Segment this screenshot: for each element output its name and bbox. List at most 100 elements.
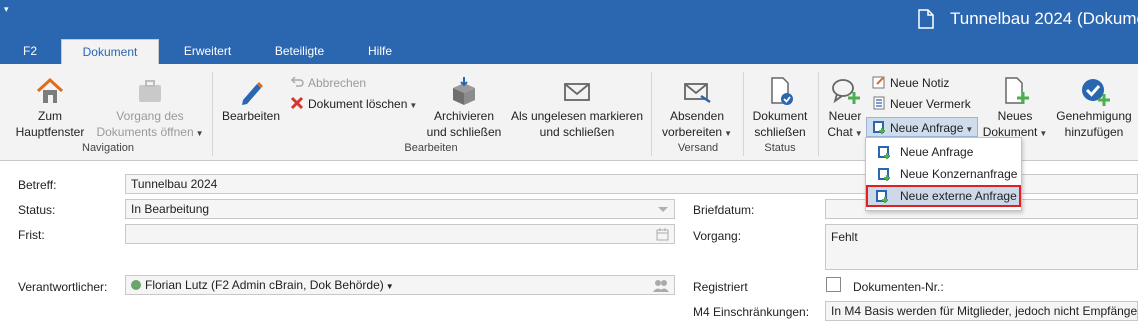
dokument-schliessen-button[interactable]: Dokument schließen [746,76,814,140]
undo-icon [290,76,304,87]
verantwortlicher-field[interactable]: Florian Lutz (F2 Admin cBrain, Dok Behör… [125,275,675,295]
group-separator [743,72,744,156]
ungelesen-markieren-button[interactable]: Als ungelesen markieren und schließen [508,76,646,140]
bearbeiten-label: Bearbeiten [221,109,281,123]
group-separator [651,72,652,156]
status-select[interactable]: In Bearbeitung [125,199,675,219]
quick-access-menu-icon[interactable]: ▾ [4,4,9,15]
send-mail-icon [684,83,711,104]
dokument-label-1: Neues [997,109,1033,123]
tab-beteiligte[interactable]: Beteiligte [262,39,337,64]
genehmigung-label-2: hinzufügen [1064,125,1124,139]
frist-date-field[interactable] [125,224,675,244]
vorgang-oeffnen-button[interactable]: Vorgang des Dokuments öffnen ▼ [94,76,206,142]
zum-hauptfenster-button[interactable]: Zum Hauptfenster [8,76,92,140]
neue-anfrage-dropdown-menu: Neue Anfrage Neue Konzernanfrage Neue ex… [865,137,1022,211]
tab-erweitert[interactable]: Erweitert [170,39,245,64]
archive-box-icon [453,77,475,105]
absenden-vorbereiten-button[interactable]: Absenden vorbereiten ▼ [656,76,738,142]
chevron-down-icon: ▼ [854,129,863,138]
registriert-label: Registriert [693,280,748,294]
chevron-down-icon [658,207,668,212]
dokument-loeschen-label: Dokument löschen [308,97,408,111]
neues-dokument-button[interactable]: Neues Dokument ▼ [978,76,1052,142]
memo-icon [873,96,885,110]
request-icon [873,121,885,134]
approval-check-icon [1082,79,1110,106]
verantwortlicher-value: Florian Lutz (F2 Admin cBrain, Dok Behör… [145,278,384,292]
briefdatum-label: Briefdatum: [693,203,755,217]
group-label-navigation: Navigation [82,142,134,154]
archivieren-label-2: und schließen [426,125,502,139]
neuer-chat-button[interactable]: Neuer Chat ▼ [822,76,868,142]
chevron-down-icon: ▼ [965,125,974,134]
tab-f2[interactable]: F2 [10,39,50,64]
absenden-label-2: vorbereiten [662,125,723,139]
request-icon [878,146,890,159]
m4-einschraenkungen-label: M4 Einschränkungen: [693,305,810,319]
vorgang-field[interactable]: Fehlt [825,224,1138,270]
bearbeiten-button[interactable]: Bearbeiten [218,76,284,124]
chat-bubble-icon [832,79,860,104]
menu-item-neue-anfrage[interactable]: Neue Anfrage [868,141,1019,163]
menu-item-neue-konzernanfrage[interactable]: Neue Konzernanfrage [868,163,1019,185]
vorgang-label-1: Vorgang des [116,109,184,123]
menu-item-label: Neue Anfrage [900,145,974,159]
dokumenten-nr-label: Dokumenten-Nr.: [853,280,944,294]
chat-label-2: Chat [827,125,853,139]
group-label-versand: Versand [677,142,719,154]
title-bar: ▾ Tunnelbau 2024 (Dokumen [0,0,1138,39]
neue-notiz-button[interactable]: Neue Notiz [872,73,949,93]
archivieren-button[interactable]: Archivieren und schließen [422,76,506,140]
neue-anfrage-dropdown-button[interactable]: Neue Anfrage ▼ [866,117,979,137]
ribbon-tabs: F2 Dokument Erweitert Beteiligte Hilfe [0,39,1138,64]
group-label-bearbeiten: Bearbeiten [404,142,458,154]
absenden-label-1: Absenden [669,109,725,123]
document-icon [918,9,934,29]
neue-anfrage-label: Neue Anfrage [890,121,964,135]
archivieren-label-1: Archivieren [433,109,495,123]
genehmigung-label-1: Genehmigung [1056,109,1132,123]
chevron-down-icon: ▼ [195,129,204,138]
delete-x-icon [290,96,304,110]
tab-dokument[interactable]: Dokument [61,39,159,64]
menu-item-label: Neue Konzernanfrage [900,167,1018,181]
registriert-checkbox[interactable] [826,277,841,292]
dokument-loeschen-button[interactable]: Dokument löschen ▼ [290,94,417,114]
group-separator [818,72,819,156]
menu-item-label: Neue externe Anfrage [900,189,1017,203]
people-icon[interactable] [653,279,669,292]
tab-hilfe[interactable]: Hilfe [355,39,405,64]
document-check-icon [771,77,793,105]
abbrechen-label: Abbrechen [308,76,367,90]
schliessen-label-2: schließen [754,125,806,139]
chevron-down-icon[interactable]: ▼ [386,282,394,291]
calendar-icon[interactable] [656,228,669,241]
genehmigung-hinzufuegen-button[interactable]: Genehmigung hinzufügen [1054,76,1134,140]
group-label-status: Status [764,142,796,154]
vorgang-label: Vorgang: [693,229,742,243]
neuer-vermerk-label: Neuer Vermerk [890,97,971,111]
neuer-vermerk-button[interactable]: Neuer Vermerk [872,94,971,114]
zum-label-1: Zum [38,109,62,123]
home-icon [36,77,64,103]
neue-notiz-label: Neue Notiz [890,76,950,90]
m4-einschraenkungen-field[interactable]: In M4 Basis werden für Mitglieder, jedoc… [825,301,1138,321]
window-title: Tunnelbau 2024 (Dokumen [950,9,1138,28]
request-icon [878,168,890,181]
briefcase-icon [139,80,161,102]
menu-item-neue-externe-anfrage[interactable]: Neue externe Anfrage [866,185,1021,207]
ungelesen-label-2: und schließen [539,125,615,139]
abbrechen-button[interactable]: Abbrechen [290,73,366,93]
frist-label: Frist: [18,228,45,242]
betreff-label: Betreff: [18,178,57,192]
new-document-icon [1005,77,1029,104]
zum-label-2: Hauptfenster [15,125,85,139]
chevron-down-icon: ▼ [1039,129,1048,138]
status-label: Status: [18,203,56,217]
note-icon [872,76,885,89]
pencil-icon [242,82,263,105]
presence-status-icon [131,280,141,290]
status-value: In Bearbeitung [131,202,210,216]
ungelesen-label-1: Als ungelesen markieren [510,109,644,123]
